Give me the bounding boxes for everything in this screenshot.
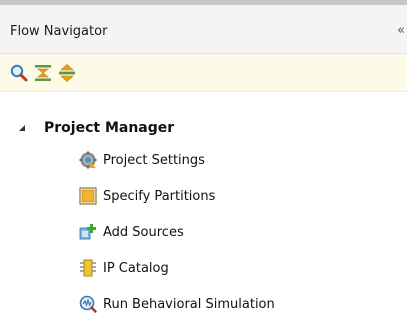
tree-item-label: Add Sources xyxy=(103,224,184,240)
partition-icon xyxy=(79,187,97,205)
section-label: Project Manager xyxy=(44,120,175,136)
tree-item-specify-partitions[interactable]: Specify Partitions xyxy=(79,185,215,207)
tree-item-project-settings[interactable]: Project Settings xyxy=(79,149,205,171)
section-project-manager[interactable]: Project Manager xyxy=(16,118,174,138)
tree-item-label: IP Catalog xyxy=(103,260,169,276)
ip-chip-icon xyxy=(79,259,97,277)
search-button[interactable] xyxy=(9,63,29,83)
simulation-icon xyxy=(79,295,97,313)
collapse-all-button[interactable] xyxy=(33,63,53,83)
tree-item-label: Project Settings xyxy=(103,152,205,168)
panel-title: Flow Navigator xyxy=(10,24,108,39)
tree-item-label: Run Behavioral Simulation xyxy=(103,296,275,312)
tree-item-run-behavioral-simulation[interactable]: Run Behavioral Simulation xyxy=(79,293,275,315)
tree-item-add-sources[interactable]: Add Sources xyxy=(79,221,184,243)
add-sources-icon xyxy=(79,223,97,241)
search-icon xyxy=(10,64,28,82)
tree-item-ip-catalog[interactable]: IP Catalog xyxy=(79,257,169,279)
collapse-panel-icon[interactable]: « xyxy=(397,23,405,39)
gear-icon xyxy=(79,151,97,169)
expand-all-button[interactable] xyxy=(57,63,77,83)
panel-title-bar: Flow Navigator « xyxy=(0,5,407,54)
toolbar xyxy=(0,54,407,92)
expand-all-icon xyxy=(59,64,75,82)
tree-item-label: Specify Partitions xyxy=(103,188,216,204)
flow-tree: Project Manager Project Settings Specify… xyxy=(0,92,407,333)
flow-navigator-panel: Flow Navigator « Project Manager Project… xyxy=(0,0,407,333)
expanded-arrow-icon[interactable] xyxy=(16,122,28,134)
collapse-all-icon xyxy=(35,65,51,81)
